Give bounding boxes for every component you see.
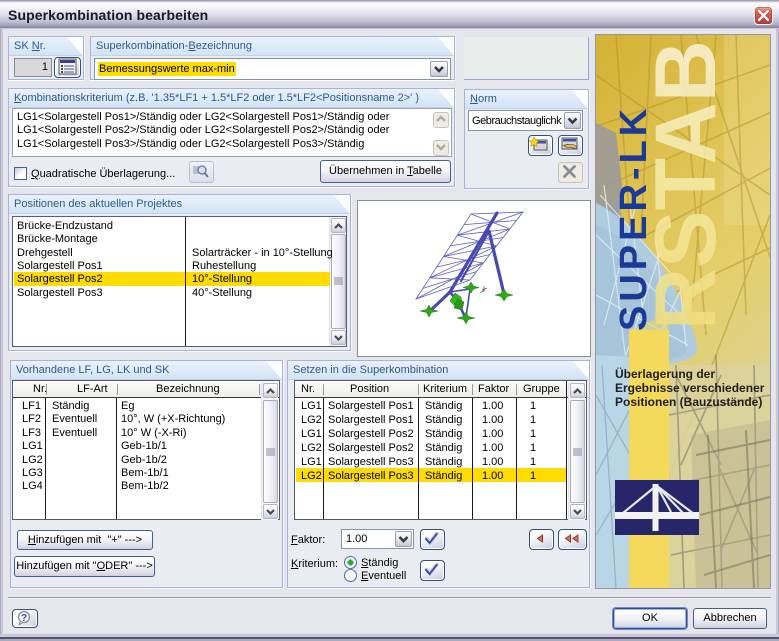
svg-text:Ergebnisse verschiedener: Ergebnisse verschiedener xyxy=(615,381,765,395)
svg-text:Positionen (Bauzustände): Positionen (Bauzustände) xyxy=(615,395,762,409)
svg-text:Überlagerung der: Überlagerung der xyxy=(615,366,715,381)
svg-text:SUPER-LK: SUPER-LK xyxy=(613,105,655,331)
svg-text:?: ? xyxy=(21,613,27,624)
